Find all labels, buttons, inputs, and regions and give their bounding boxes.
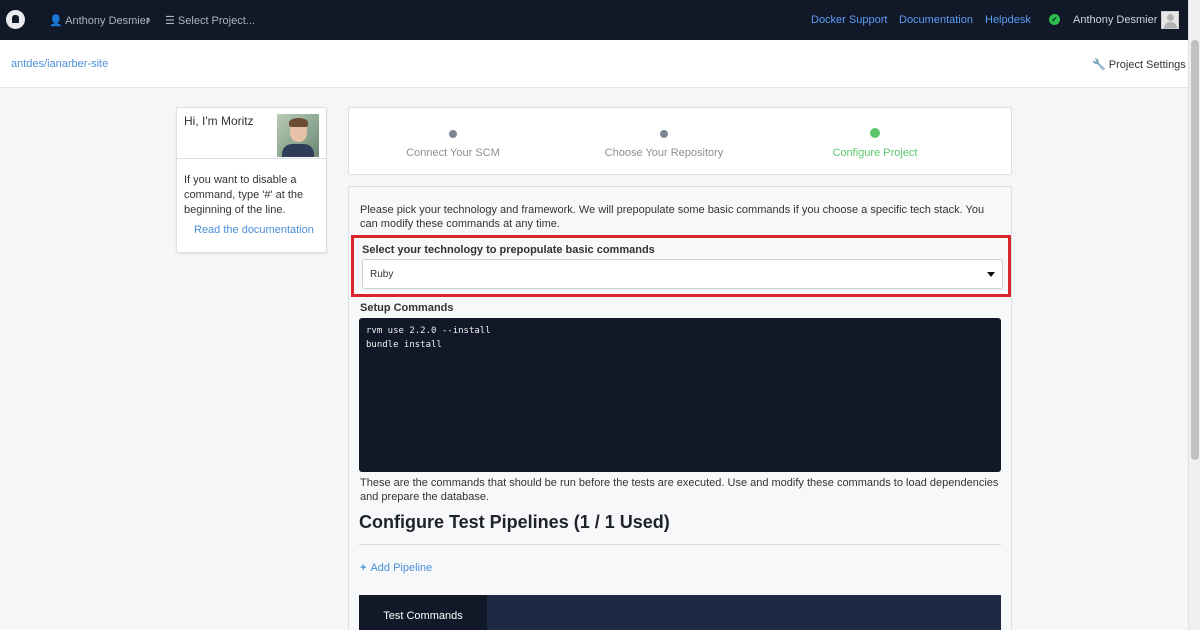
help-hint: If you want to disable a command, type '… <box>184 174 304 216</box>
divider <box>359 544 1001 545</box>
help-card-header: Hi, I'm Moritz <box>177 108 326 159</box>
wrench-icon: 🔧 <box>1092 59 1106 71</box>
status-check-icon: ✓ <box>1049 14 1060 25</box>
tab-test-commands[interactable]: Test Commands <box>359 595 487 630</box>
step-dot <box>449 130 457 138</box>
technology-highlight: Select your technology to prepopulate ba… <box>351 235 1011 297</box>
codeship-logo-icon[interactable] <box>6 10 25 29</box>
code-line: rvm use 2.2.0 --install <box>366 326 491 336</box>
setup-steps: Connect Your SCM Choose Your Repository … <box>348 107 1012 175</box>
step-connect-scm[interactable]: Connect Your SCM <box>353 108 553 176</box>
setup-commands-help: These are the commands that should be ru… <box>360 477 999 503</box>
project-header: antdes/ianarber-site 🔧 Project Settings <box>0 40 1188 88</box>
help-greeting: Hi, I'm Moritz <box>184 114 254 128</box>
setup-commands-editor[interactable]: rvm use 2.2.0 --install bundle install <box>359 318 1001 472</box>
configure-panel: Please pick your technology and framewor… <box>348 186 1012 630</box>
documentation-link[interactable]: Documentation <box>899 14 973 26</box>
intro-text: Please pick your technology and framewor… <box>360 204 985 230</box>
read-documentation-link[interactable]: Read the documentation <box>194 224 314 236</box>
add-pipeline-button[interactable]: + Add Pipeline <box>360 562 432 574</box>
breadcrumb[interactable]: antdes/ianarber-site <box>11 58 108 70</box>
step-label: Choose Your Repository <box>604 147 724 159</box>
scrollbar-thumb[interactable] <box>1191 40 1199 460</box>
pipelines-title: Configure Test Pipelines (1 / 1 Used) <box>359 512 670 532</box>
account-switcher[interactable]: 👤 Anthony Desmier <box>49 14 150 27</box>
technology-label: Select your technology to prepopulate ba… <box>362 244 655 256</box>
step-label: Connect Your SCM <box>406 147 500 159</box>
account-switcher-label: Anthony Desmier <box>65 15 150 27</box>
setup-commands-label: Setup Commands <box>360 302 454 314</box>
helpdesk-link[interactable]: Helpdesk <box>985 14 1031 26</box>
plus-icon: + <box>360 562 367 574</box>
step-configure-project[interactable]: Configure Project <box>775 108 975 176</box>
project-settings-link[interactable]: 🔧 Project Settings <box>1092 58 1186 71</box>
user-menu[interactable]: Anthony Desmier <box>1073 14 1157 26</box>
profile-photo <box>277 114 319 157</box>
chevron-right-icon: › <box>146 11 151 27</box>
step-choose-repository[interactable]: Choose Your Repository <box>564 108 764 176</box>
add-pipeline-label: Add Pipeline <box>370 562 433 574</box>
project-selector-label: Select Project... <box>177 15 255 27</box>
pipeline-tabs: Test Commands <box>359 595 1001 630</box>
docker-support-link[interactable]: Docker Support <box>811 14 887 26</box>
technology-select[interactable]: Ruby <box>362 259 1003 289</box>
project-selector[interactable]: ☰ Select Project... <box>165 14 255 27</box>
project-settings-label: Project Settings <box>1108 59 1186 71</box>
step-dot <box>870 128 880 138</box>
code-line: bundle install <box>366 340 442 350</box>
tab-label: Test Commands <box>383 610 463 622</box>
chevron-down-icon <box>987 272 995 277</box>
top-navbar: 👤 Anthony Desmier › ☰ Select Project... … <box>0 0 1188 40</box>
technology-select-value: Ruby <box>370 269 394 280</box>
page-scrollbar[interactable] <box>1188 0 1200 630</box>
help-card: Hi, I'm Moritz If you want to disable a … <box>176 107 327 253</box>
step-label: Configure Project <box>832 147 918 159</box>
avatar[interactable] <box>1161 11 1179 29</box>
step-dot <box>660 130 668 138</box>
